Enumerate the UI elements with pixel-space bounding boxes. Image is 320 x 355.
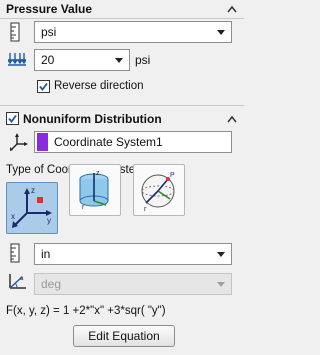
spherical-coords-button[interactable]: P r (133, 164, 185, 216)
chevron-down-icon (217, 252, 225, 257)
svg-text:x: x (11, 212, 15, 221)
length-unit-select[interactable]: in (34, 243, 232, 265)
pressure-value-title: Pressure Value (6, 2, 93, 16)
pressure-arrows-icon (8, 53, 26, 66)
nonuniform-title: Nonuniform Distribution (23, 112, 162, 126)
cartesian-coords-icon: z y x (11, 186, 52, 228)
section-divider (0, 105, 244, 106)
cylindrical-coords-button[interactable]: z r (69, 164, 121, 216)
coordinate-color-swatch (37, 133, 48, 151)
reverse-direction-checkbox[interactable] (37, 80, 50, 93)
units-icon (10, 22, 20, 42)
length-unit-value: in (41, 247, 51, 261)
angle-unit-select[interactable]: deg (34, 273, 232, 295)
chevron-down-icon (217, 30, 225, 35)
check-mark-icon (39, 82, 48, 91)
svg-text:a: a (20, 276, 24, 282)
edit-equation-button[interactable]: Edit Equation (73, 325, 175, 347)
cylindrical-coords-icon: z r (79, 170, 109, 211)
svg-text:z: z (96, 170, 100, 177)
coordinate-axes-icon (10, 133, 28, 151)
svg-text:r: r (144, 206, 147, 213)
units-icon (10, 243, 20, 263)
chevron-down-icon (217, 282, 225, 287)
check-mark-icon (8, 114, 17, 123)
section-divider (0, 18, 244, 19)
pressure-unit-label: psi (135, 53, 151, 67)
svg-text:P: P (170, 172, 175, 179)
pressure-unit-select[interactable]: psi (34, 21, 232, 43)
pressure-value-input[interactable]: 20 (34, 49, 130, 71)
coordinate-system-value: Coordinate System1 (54, 135, 163, 149)
equation-text: F(x, y, z) = 1 +2*"x" +3*sqr( "y") (6, 305, 166, 317)
pressure-value-text: 20 (41, 53, 55, 67)
nonuniform-checkbox[interactable] (6, 112, 19, 125)
angle-unit-icon: a (9, 274, 26, 289)
svg-text:y: y (47, 216, 51, 225)
pressure-unit-value: psi (41, 25, 57, 39)
chevron-down-icon (115, 58, 123, 63)
reverse-direction-label: Reverse direction (54, 80, 144, 92)
collapse-chevron-icon[interactable] (227, 115, 237, 123)
collapse-chevron-icon[interactable] (227, 5, 237, 13)
svg-text:z: z (31, 186, 35, 195)
spherical-coords-icon: P r (141, 172, 175, 213)
coordinate-system-field[interactable]: Coordinate System1 (34, 131, 232, 153)
cartesian-coords-button[interactable]: z y x (6, 182, 58, 234)
angle-unit-value: deg (41, 277, 62, 291)
